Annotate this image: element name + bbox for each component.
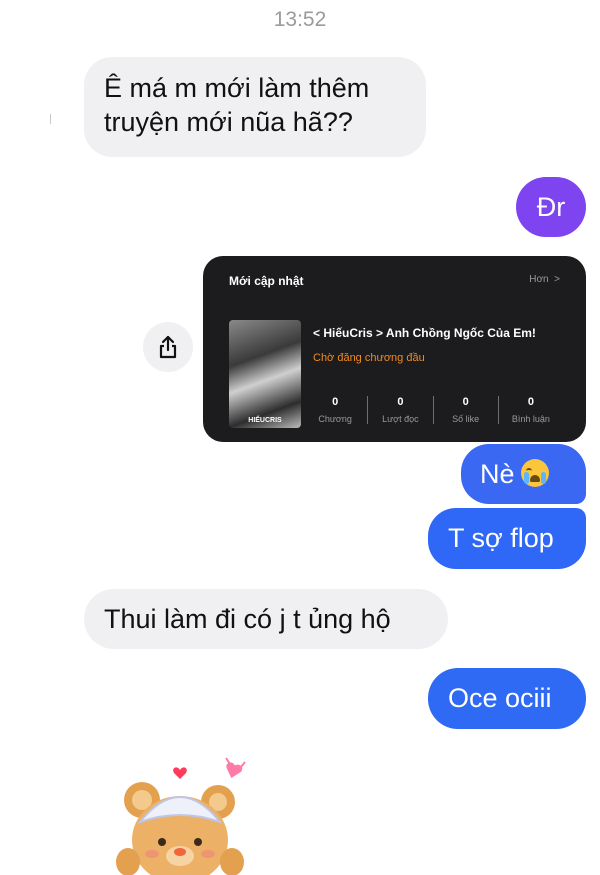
stat-label: Bình luận	[511, 414, 550, 424]
stat-label: Lượt đọc	[382, 414, 419, 424]
card-more-label: Hơn	[529, 274, 549, 285]
story-status: Chờ đăng chương đầu	[313, 352, 425, 364]
chevron-right-icon: >	[551, 274, 560, 285]
card-more-link[interactable]: Hơn >	[529, 274, 560, 285]
heart-icon	[173, 767, 187, 779]
message-text-line-1: Ê má m mới làm thêm	[104, 73, 370, 103]
message-text: Oce ociii	[448, 683, 552, 713]
share-button[interactable]	[143, 322, 193, 372]
heart-icon	[226, 762, 243, 778]
story-stats: 0 Chương 0 Lượt đọc 0 Số like 0 Bình luậ…	[303, 396, 563, 424]
message-incoming-2[interactable]: Thui làm đi có j t ủng hộ	[84, 589, 448, 649]
teddy-bear-sticker[interactable]	[98, 752, 268, 875]
stat-label: Chương	[318, 414, 352, 424]
message-outgoing-3[interactable]: T sợ flop	[428, 508, 586, 569]
message-text: T sợ flop	[448, 523, 554, 553]
story-title: < HiếuCris > Anh Chồng Ngốc Của Em!	[313, 326, 536, 340]
stat-label: Số like	[452, 414, 480, 424]
message-incoming-1[interactable]: Ê má m mới làm thêm truyện mới nũa hã??	[84, 57, 426, 157]
stat-value: 0	[462, 396, 469, 408]
timestamp: 13:52	[273, 8, 327, 31]
story-cover-image: HIẾUCRIS	[229, 320, 301, 428]
message-text: Đr	[536, 192, 566, 222]
stat-value: 0	[397, 396, 404, 408]
stat-value: 0	[527, 396, 534, 408]
message-outgoing-4[interactable]: Oce ociii	[428, 668, 586, 729]
shared-story-card[interactable]: Mới cập nhật Hơn > HIẾUCRIS < HiếuCris >…	[203, 256, 586, 442]
card-section-title: Mới cập nhật	[229, 274, 304, 288]
stat-likes: 0 Số like	[432, 396, 498, 424]
stat-reads: 0 Lượt đọc	[367, 396, 432, 424]
cover-label: HIẾUCRIS	[248, 417, 282, 424]
message-text: Thui làm đi có j t ủng hộ	[104, 604, 391, 634]
message-outgoing-1[interactable]: Đr	[516, 177, 586, 237]
loudly-crying-face-icon	[520, 459, 549, 487]
message-outgoing-2[interactable]: Nè	[461, 444, 586, 504]
share-icon	[159, 335, 177, 359]
stat-value: 0	[332, 396, 339, 408]
stat-chapters: 0 Chương	[303, 396, 367, 424]
message-text: Nè	[480, 459, 515, 489]
message-text-line-2: truyện mới nũa hã??	[104, 107, 353, 137]
divider	[50, 114, 51, 124]
stat-comments: 0 Bình luận	[497, 396, 563, 424]
